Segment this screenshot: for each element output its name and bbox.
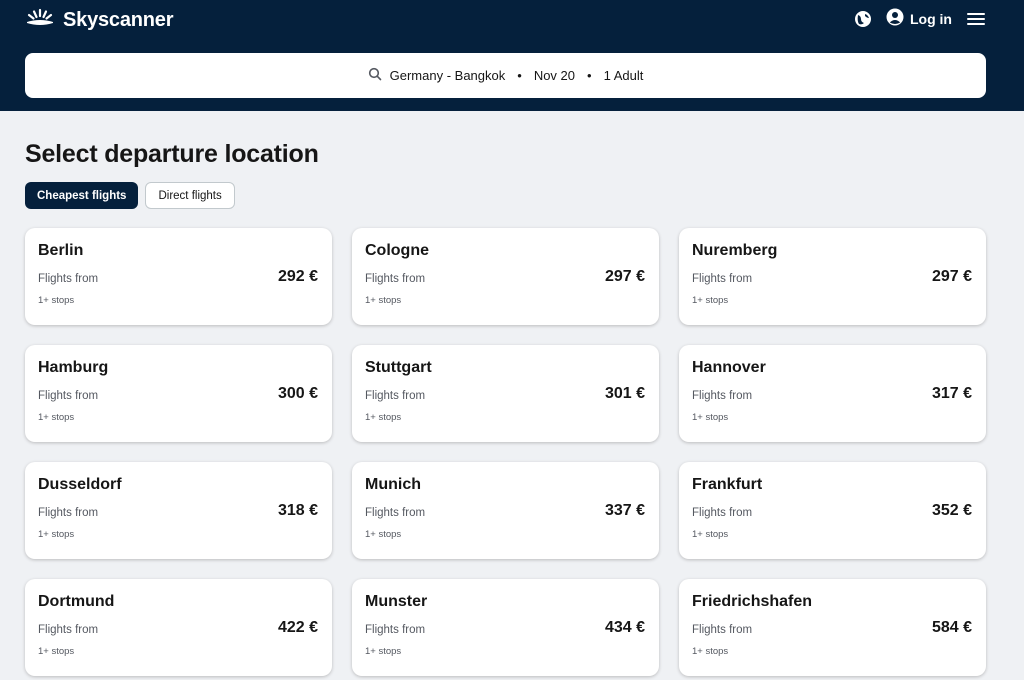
price: 297 € [604,268,645,285]
location-card[interactable]: Dusseldorf Flights from 1+ stops 318 € [25,462,332,559]
city-name: Friedrichshafen [692,593,813,610]
stops-label: 1+ stops [692,646,729,657]
search-route: Germany - Bangkok [389,68,506,83]
city-name: Nuremberg [692,242,778,259]
price: 297 € [931,268,972,285]
flights-from-label: Flights from [365,273,426,285]
price: 317 € [931,385,972,402]
price: 434 € [604,619,645,636]
flights-from-label: Flights from [38,273,99,285]
separator-dot: • [587,68,592,83]
brand-name: Skyscanner [63,9,174,31]
flights-from-label: Flights from [692,273,753,285]
price: 300 € [277,385,318,402]
flights-from-label: Flights from [692,507,753,519]
separator-dot: • [517,68,522,83]
city-name: Cologne [365,242,429,259]
sun-logo-icon [25,8,55,33]
price: 337 € [604,502,645,519]
location-card[interactable]: Frankfurt Flights from 1+ stops 352 € [679,462,986,559]
page-title: Select departure location [25,140,319,168]
top-header: Skyscanner Log in Germany - Bangkok • No… [0,0,1024,111]
location-card[interactable]: Hamburg Flights from 1+ stops 300 € [25,345,332,442]
location-card[interactable]: Berlin Flights from 1+ stops 292 € [25,228,332,325]
skyscanner-logo[interactable]: Skyscanner [25,8,173,33]
city-name: Stuttgart [365,359,432,376]
location-card[interactable]: Dortmund Flights from 1+ stops 422 € [25,579,332,676]
location-card[interactable]: Munster Flights from 1+ stops 434 € [352,579,659,676]
search-summary-bar[interactable]: Germany - Bangkok • Nov 20 • 1 Adult [25,53,986,98]
city-name: Munster [365,593,428,610]
stops-label: 1+ stops [365,646,402,657]
tab-direct-flights[interactable]: Direct flights [145,182,235,209]
stops-label: 1+ stops [692,529,729,540]
stops-label: 1+ stops [692,412,729,423]
flights-from-label: Flights from [38,624,99,636]
price: 318 € [277,502,318,519]
flights-from-label: Flights from [365,624,426,636]
city-name: Hamburg [38,359,109,376]
flights-from-label: Flights from [365,507,426,519]
location-card[interactable]: Stuttgart Flights from 1+ stops 301 € [352,345,659,442]
search-passengers: 1 Adult [603,68,644,83]
city-name: Munich [365,476,421,493]
location-card[interactable]: Munich Flights from 1+ stops 337 € [352,462,659,559]
search-icon [368,67,382,84]
location-card[interactable]: Friedrichshafen Flights from 1+ stops 584 € [679,579,986,676]
flights-from-label: Flights from [38,507,99,519]
stops-label: 1+ stops [692,295,729,306]
user-icon [886,8,904,29]
flights-from-label: Flights from [692,390,753,402]
price: 422 € [277,619,318,636]
menu-icon[interactable] [966,11,986,27]
search-date: Nov 20 [533,68,576,83]
city-name: Hannover [692,359,766,376]
stops-label: 1+ stops [38,529,75,540]
flights-from-label: Flights from [38,390,99,402]
stops-label: 1+ stops [38,646,75,657]
tab-cheapest-flights[interactable]: Cheapest flights [25,182,139,209]
location-grid: Berlin Flights from 1+ stops 292 € Cologne Fl… [25,228,986,676]
city-name: Dortmund [38,593,115,610]
stops-label: 1+ stops [365,412,402,423]
stops-label: 1+ stops [38,295,75,306]
city-name: Frankfurt [692,476,763,493]
stops-label: 1+ stops [38,412,75,423]
header-actions: Log in [854,8,986,29]
stops-label: 1+ stops [365,529,402,540]
globe-icon[interactable] [854,10,872,28]
location-card[interactable]: Hannover Flights from 1+ stops 317 € [679,345,986,442]
city-name: Berlin [38,242,84,259]
flights-from-label: Flights from [365,390,426,402]
flights-from-label: Flights from [692,624,753,636]
login-button[interactable]: Log in [886,8,952,29]
location-card[interactable]: Nuremberg Flights from 1+ stops 297 € [679,228,986,325]
price: 292 € [277,268,318,285]
price: 352 € [931,502,972,519]
login-label: Log in [910,10,952,27]
sort-tabs: Cheapest flights Direct flights [25,182,235,209]
stops-label: 1+ stops [365,295,402,306]
city-name: Dusseldorf [38,476,122,493]
price: 301 € [604,385,645,402]
price: 584 € [931,619,972,636]
location-card[interactable]: Cologne Flights from 1+ stops 297 € [352,228,659,325]
